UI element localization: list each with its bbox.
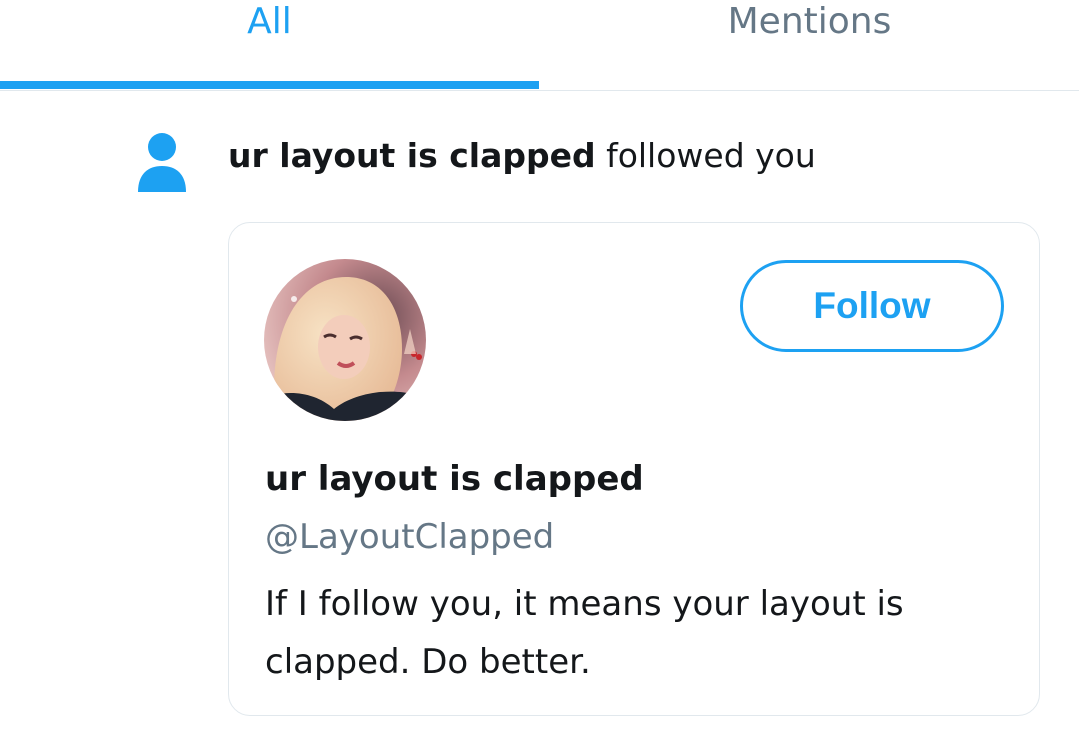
tab-all[interactable]: All: [0, 0, 539, 89]
notification-tabs: All Mentions: [0, 0, 1079, 91]
avatar[interactable]: [264, 259, 426, 421]
profile-bio: If I follow you, it means your layout is…: [265, 584, 904, 682]
profile-handle[interactable]: @LayoutClapped: [265, 515, 554, 559]
profile-card[interactable]: Follow ur layout is clapped @LayoutClapp…: [228, 222, 1040, 716]
follow-button[interactable]: Follow: [740, 260, 1004, 352]
notification-text: ur layout is clapped followed you: [228, 134, 816, 178]
active-tab-indicator: [0, 81, 539, 89]
notification-action: followed you: [595, 136, 816, 175]
profile-display-name[interactable]: ur layout is clapped: [265, 457, 644, 501]
notification-actor-name[interactable]: ur layout is clapped: [228, 136, 596, 175]
person-icon: [136, 132, 188, 194]
tab-mentions[interactable]: Mentions: [540, 0, 1079, 89]
